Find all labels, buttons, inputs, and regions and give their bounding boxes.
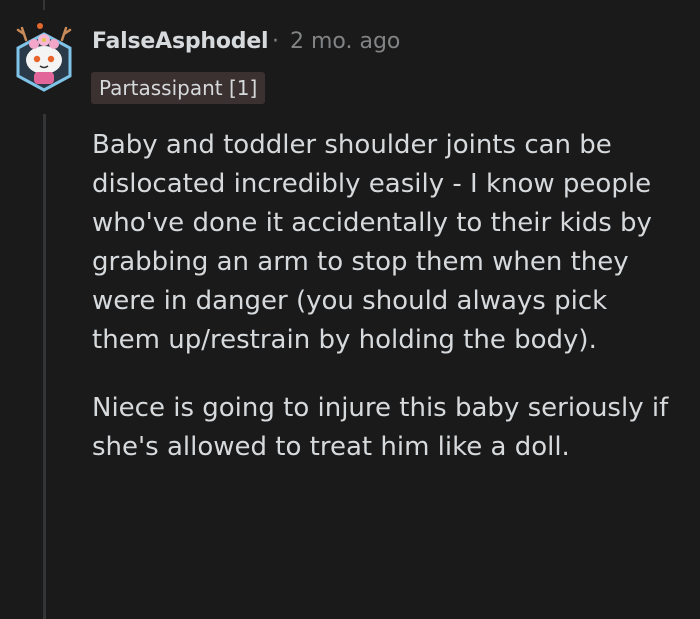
thread-line-top [43, 0, 45, 10]
thread-collapse-line[interactable] [43, 114, 46, 619]
user-avatar-icon[interactable] [12, 18, 76, 92]
comment-timestamp[interactable]: 2 mo. ago [290, 29, 400, 54]
comment-body: Baby and toddler shoulder joints can be … [92, 126, 682, 496]
meta-separator: · [272, 29, 279, 54]
comment-paragraph: Niece is going to injure this baby serio… [92, 393, 669, 462]
username-link[interactable]: FalseAsphodel [92, 29, 269, 54]
user-flair-badge: Partassipant [1] [91, 72, 266, 104]
comment-paragraph: Baby and toddler shoulder joints can be … [92, 130, 652, 355]
